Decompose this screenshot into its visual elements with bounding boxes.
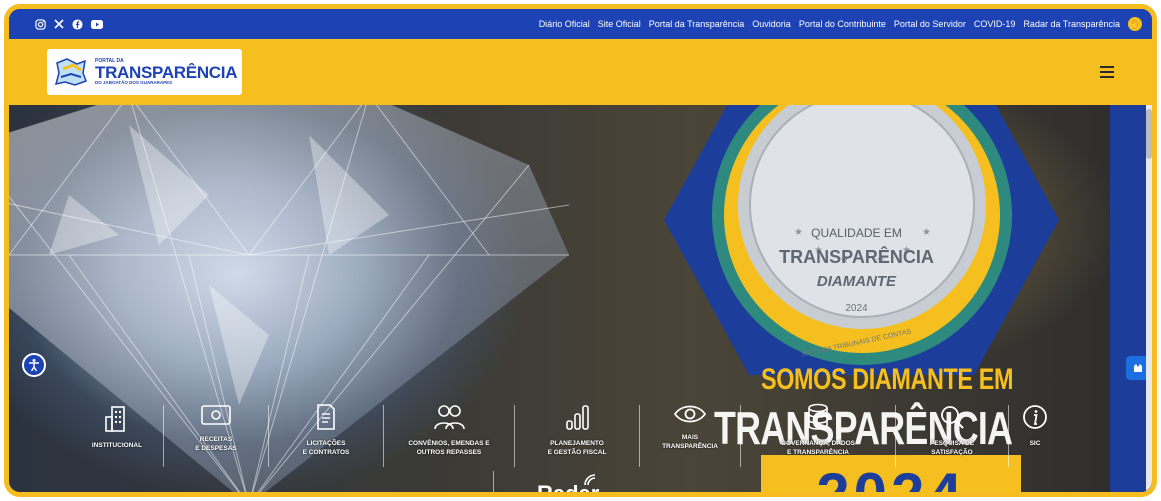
nav-label-sic: SIC: [1029, 440, 1041, 447]
libras-icon[interactable]: ✋: [1128, 17, 1142, 31]
document-icon: [317, 404, 335, 430]
sign-language-icon: [1134, 364, 1142, 372]
youtube-icon[interactable]: [91, 19, 103, 29]
link-portal-transparencia[interactable]: Portal da Transparência: [649, 19, 745, 29]
logo-subtitle: DO JABOATÃO DOS GUARARAPES: [95, 79, 173, 85]
bar-chart-icon: [566, 405, 589, 430]
eye-icon: [673, 405, 707, 423]
nav-label-convenios: CONVÊNIOS, EMENDAS E OUTROS REPASSES: [408, 440, 490, 457]
nav-receitas-despesas[interactable]: RECEITAS E DESPESAS: [164, 401, 268, 454]
nav-separator: [493, 471, 494, 492]
money-icon: [201, 405, 231, 425]
logo-title: TRANSPARÊNCIA: [95, 62, 238, 82]
portal-logo[interactable]: PORTAL DA TRANSPARÊNCIA DO JABOATÃO DOS …: [47, 49, 242, 95]
facebook-icon[interactable]: [72, 18, 83, 30]
nav-sic[interactable]: SIC: [1009, 401, 1061, 448]
nav-planejamento[interactable]: PLANEJAMENTO E GESTÃO FISCAL: [515, 401, 639, 458]
hero-slogan: SOMOS DIAMANTE EM: [761, 363, 1014, 396]
hamburger-icon[interactable]: [1100, 66, 1114, 78]
nav-label-institucional: INSTITUCIONAL: [91, 442, 143, 449]
database-icon: [808, 403, 828, 430]
hero-banner: ★ ★ ★ ★ ★ ★ QUALIDADE EM TRANSPARÊNCIA DIAMA…: [9, 105, 1152, 492]
quality-badge: ★ ★ ★ ★ ★ ★ QUALIDADE EM TRANSPARÊNCIA DIAMA…: [654, 105, 1059, 375]
browser-frame: Diário Oficial Site Oficial Portal da Tr…: [4, 4, 1157, 497]
nav-pesquisa-satisfacao[interactable]: PESQUISA DE SATISFAÇÃO: [896, 401, 1008, 458]
people-icon: [434, 405, 465, 430]
nav-label-licitacoes: LICITAÇÕES E CONTRATOS: [302, 440, 350, 457]
instagram-icon[interactable]: [35, 18, 46, 30]
building-icon: [105, 406, 125, 432]
badge-line3: DIAMANTE: [816, 273, 897, 290]
nav-label-planejamento: PLANEJAMENTO E GESTÃO FISCAL: [547, 440, 607, 457]
badge-line1: QUALIDADE EM: [811, 226, 902, 240]
nav-institucional[interactable]: INSTITUCIONAL: [71, 401, 163, 450]
nav-label-governanca: GOVERNANÇA, DADOS E TRANSPARÊNCIA: [780, 440, 856, 457]
nav-licitacoes-contratos[interactable]: LICITAÇÕES E CONTRATOS: [269, 401, 383, 458]
nav-mais-transparencia[interactable]: MAIS TRANSPARÊNCIA: [640, 401, 740, 452]
link-ouvidoria[interactable]: Ouvidoria: [752, 19, 791, 29]
info-icon: [1023, 405, 1047, 429]
hero-year: 2024: [761, 465, 1021, 493]
nav-label-mais: MAIS TRANSPARÊNCIA: [662, 434, 718, 451]
link-portal-contribuinte[interactable]: Portal do Contribuinte: [799, 19, 886, 29]
link-site-oficial[interactable]: Site Oficial: [598, 19, 641, 29]
logo-map-icon: [53, 55, 89, 89]
main-nav: INSTITUCIONAL RECEITAS E DESPESAS LICITA…: [71, 401, 1061, 467]
link-diario-oficial[interactable]: Diário Oficial: [539, 19, 590, 29]
radar-logo[interactable]: Radar: [537, 474, 599, 492]
nav-label-receitas: RECEITAS E DESPESAS: [195, 436, 237, 453]
x-icon[interactable]: [54, 19, 64, 29]
nav-label-pesquisa: PESQUISA DE SATISFAÇÃO: [929, 440, 975, 457]
site-header: PORTAL DA TRANSPARÊNCIA DO JABOATÃO DOS …: [9, 39, 1152, 105]
link-radar-transparencia[interactable]: Radar da Transparência: [1023, 19, 1120, 29]
nav-governanca[interactable]: GOVERNANÇA, DADOS E TRANSPARÊNCIA: [741, 401, 895, 458]
social-icons: [35, 18, 103, 30]
radar-signal-icon: [584, 474, 596, 486]
top-links: Diário Oficial Site Oficial Portal da Tr…: [539, 17, 1142, 31]
search-icon: [941, 406, 964, 429]
link-portal-servidor[interactable]: Portal do Servidor: [894, 19, 966, 29]
page-scrollbar[interactable]: [1146, 105, 1152, 492]
accessibility-icon: [29, 359, 39, 372]
accessibility-button[interactable]: [22, 353, 46, 377]
badge-line2: TRANSPARÊNCIA: [779, 247, 934, 267]
nav-convenios[interactable]: CONVÊNIOS, EMENDAS E OUTROS REPASSES: [384, 401, 514, 458]
link-covid-19[interactable]: COVID-19: [974, 19, 1016, 29]
top-bar: Diário Oficial Site Oficial Portal da Tr…: [9, 9, 1152, 39]
